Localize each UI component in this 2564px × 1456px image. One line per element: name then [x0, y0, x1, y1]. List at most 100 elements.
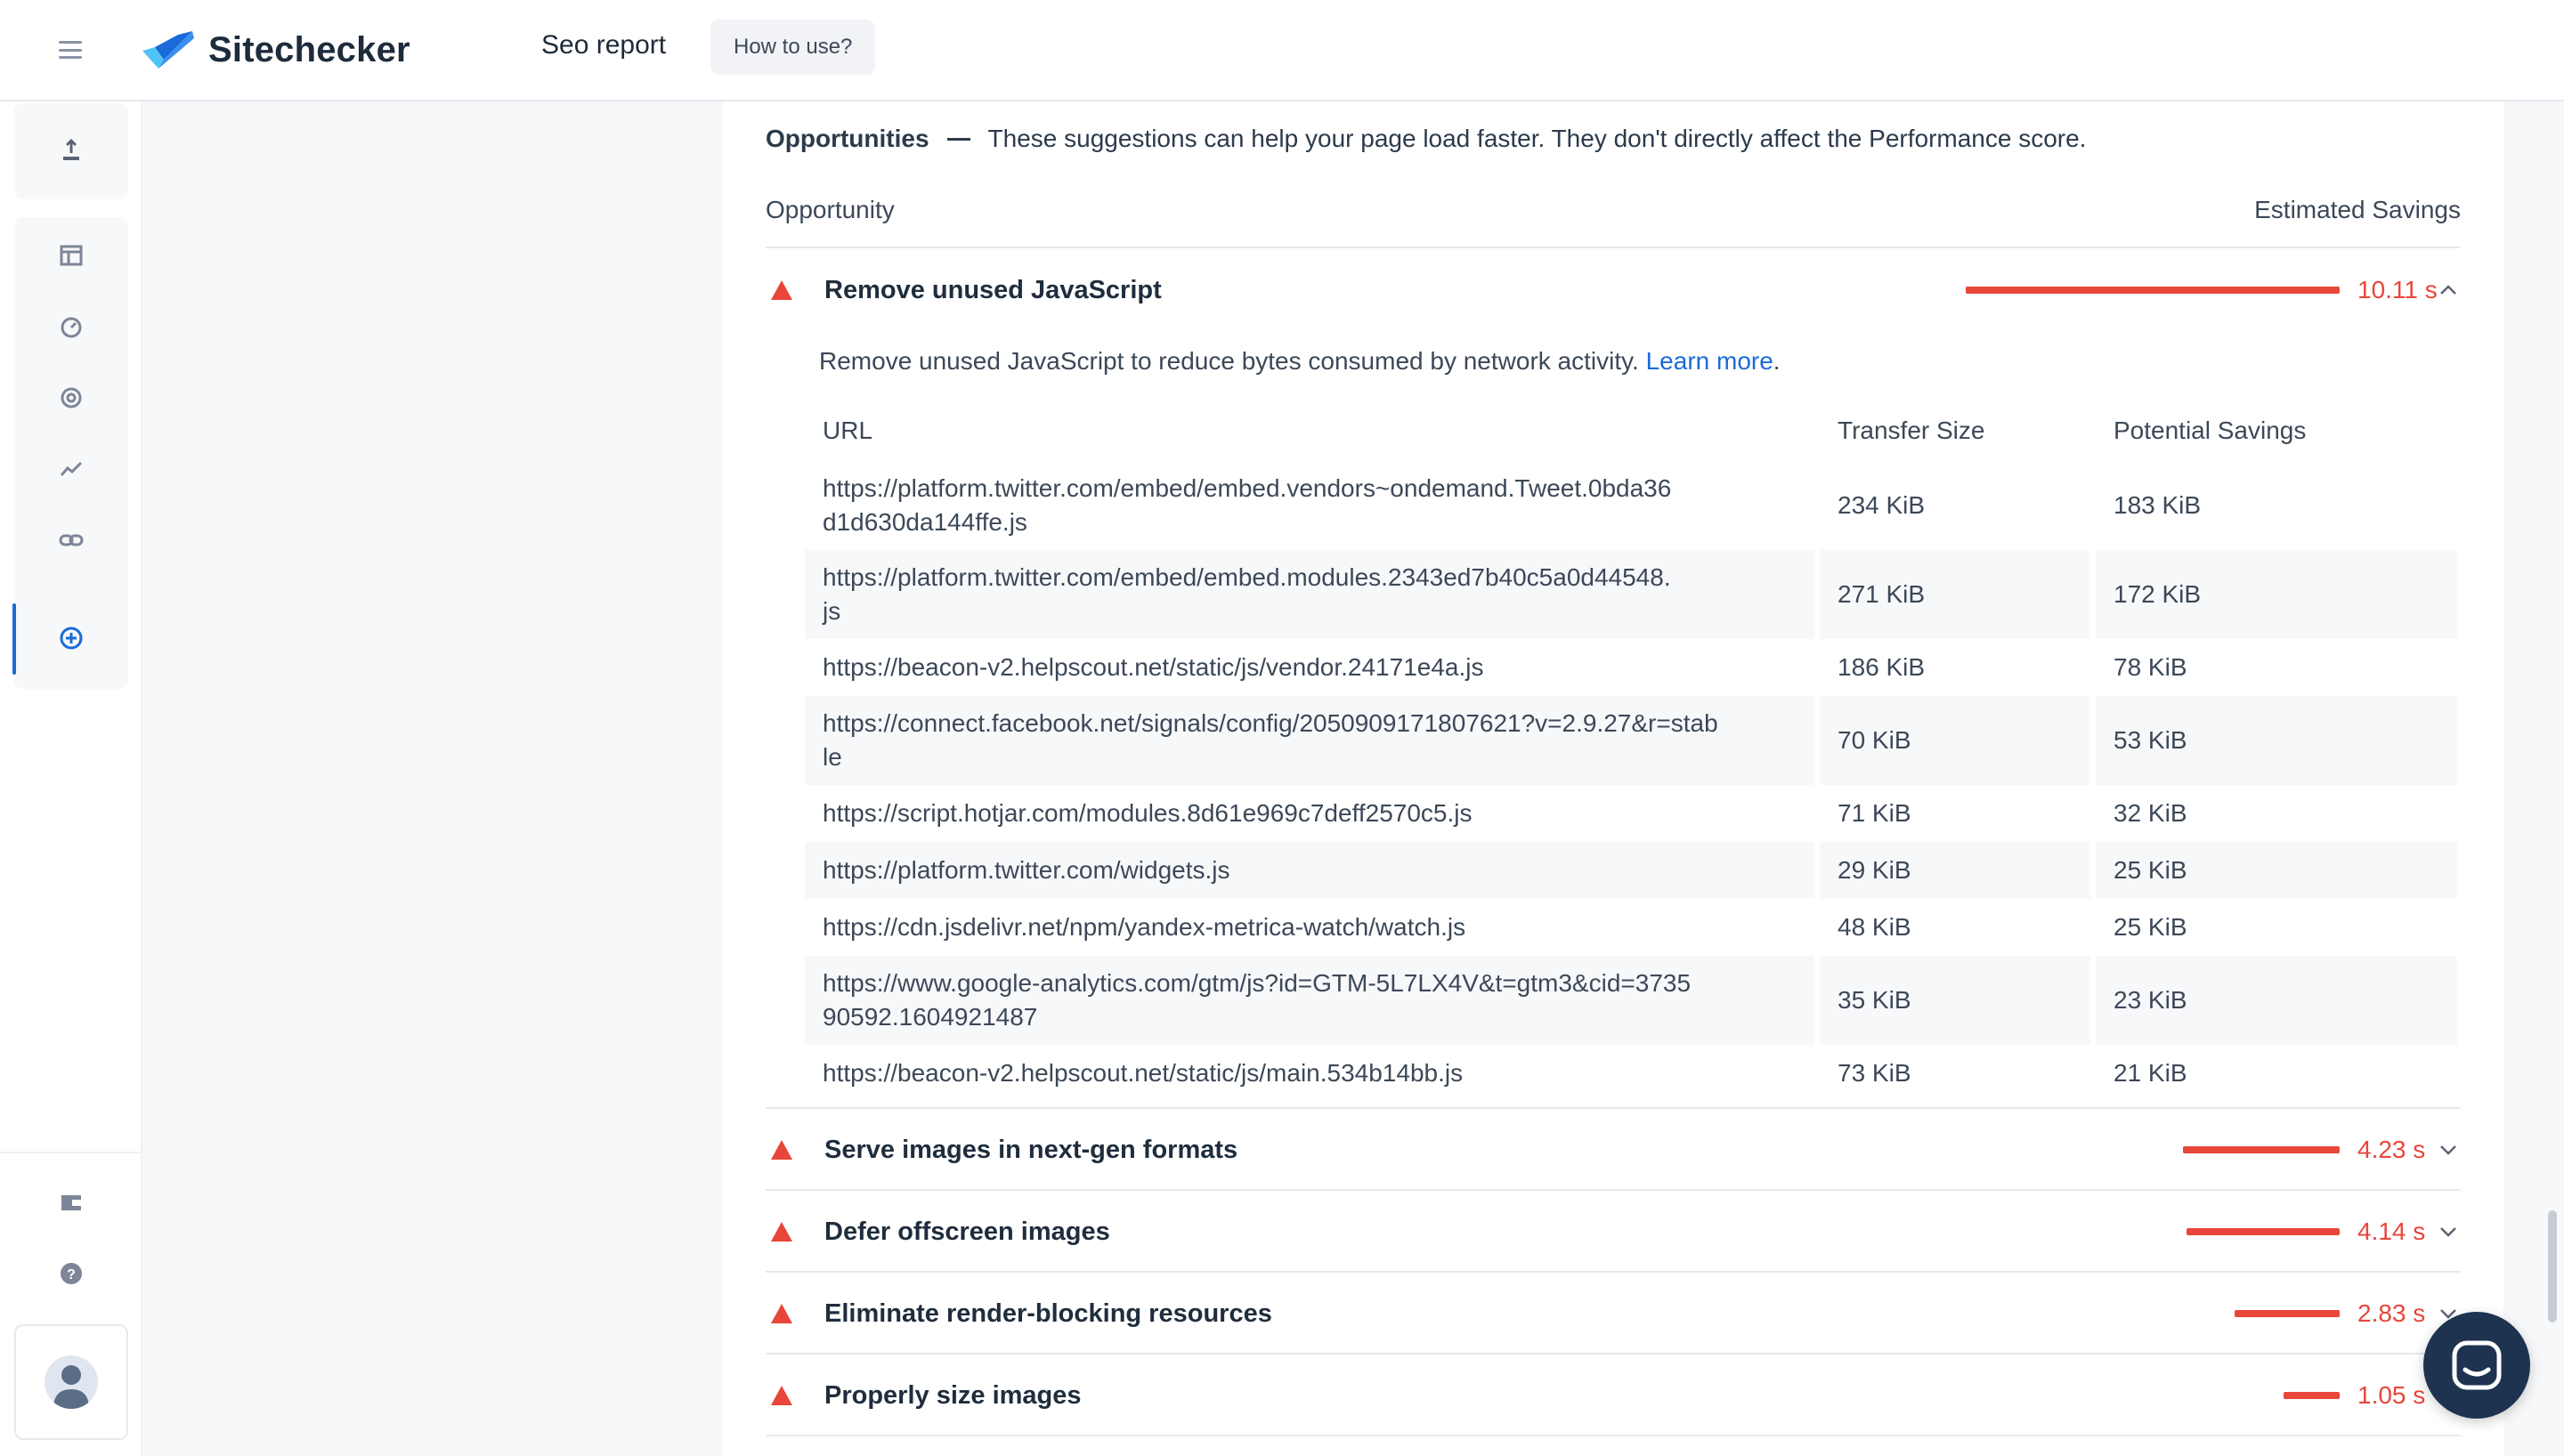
main-content: Opportunities These suggestions can help… [723, 101, 2503, 1456]
table-row: https://beacon-v2.helpscout.net/static/j… [805, 639, 2461, 696]
cell-transfer-size: 271 KiB [1820, 550, 2090, 639]
fail-triangle-icon [771, 1140, 792, 1160]
svg-text:?: ? [67, 1267, 76, 1282]
heading-dash [946, 137, 970, 141]
divider [766, 1435, 2461, 1436]
fail-triangle-icon [771, 1386, 792, 1405]
table-row: https://platform.twitter.com/embed/embed… [805, 461, 2461, 550]
chat-icon [2452, 1340, 2502, 1390]
column-opportunity: Opportunity [766, 196, 895, 223]
gray-gutter [142, 101, 723, 1456]
link-icon[interactable] [56, 525, 86, 555]
speedometer-icon[interactable] [56, 311, 86, 342]
url-line: https://beacon-v2.helpscout.net/static/j… [823, 653, 1484, 681]
cell-potential-savings: 23 KiB [2096, 956, 2457, 1045]
audit-defer-offscreen-images[interactable]: Defer offscreen images 4.14 s [766, 1191, 2461, 1273]
sidebar-divider [0, 1152, 142, 1153]
audit-title: Eliminate render-blocking resources [824, 1298, 1272, 1328]
cell-potential-savings: 53 KiB [2096, 696, 2457, 785]
cell-transfer-size: 71 KiB [1838, 799, 1911, 827]
table-row: https://cdn.jsdelivr.net/npm/yandex-metr… [805, 899, 2461, 956]
target-icon[interactable] [56, 383, 86, 413]
savings-bar [2187, 1228, 2340, 1235]
url-line: https://platform.twitter.com/embed/embed… [823, 474, 1672, 502]
savings-bar [2235, 1310, 2340, 1317]
cell-potential-savings: 25 KiB [2114, 913, 2187, 941]
cell-url: https://script.hotjar.com/modules.8d61e9… [805, 785, 1814, 842]
url-line-cont: js [823, 597, 841, 625]
opportunities-subtitle: These suggestions can help your page loa… [987, 125, 2087, 152]
url-line: https://connect.facebook.net/signals/con… [823, 709, 1718, 737]
opportunities-title: Opportunities [766, 125, 929, 152]
chevron-down-icon[interactable] [2436, 1137, 2461, 1162]
chevron-up-icon[interactable] [2436, 278, 2461, 303]
audit-render-blocking[interactable]: Eliminate render-blocking resources 2.83 … [766, 1273, 2461, 1355]
cell-url: https://beacon-v2.helpscout.net/static/j… [805, 1045, 1814, 1102]
cell-transfer-size: 35 KiB [1820, 956, 2090, 1045]
header-url: URL [823, 417, 873, 444]
how-to-use-button[interactable]: How to use? [710, 20, 876, 75]
cell-potential-savings: 25 KiB [2096, 842, 2457, 899]
table-header: URL Transfer Size Potential Savings [805, 400, 2461, 461]
divider [766, 247, 2461, 248]
url-line-cont: 90592.1604921487 [823, 1003, 1038, 1031]
url-line: https://platform.twitter.com/embed/embed… [823, 563, 1671, 591]
url-line-cont: d1d630da144ffe.js [823, 508, 1027, 536]
sidebar-top-group [14, 103, 128, 199]
cell-transfer-size: 234 KiB [1838, 491, 1926, 519]
learn-more-link[interactable]: Learn more [1646, 347, 1773, 375]
cell-transfer-size: 29 KiB [1820, 842, 2090, 899]
table-row: https://platform.twitter.com/widgets.js 2… [805, 842, 2461, 899]
table-icon[interactable] [56, 240, 86, 271]
savings-bar [2284, 1392, 2340, 1399]
description-text: Remove unused JavaScript to reduce bytes… [819, 347, 1639, 375]
cell-transfer-size: 186 KiB [1838, 653, 1926, 681]
table-row: https://beacon-v2.helpscout.net/static/j… [805, 1045, 2461, 1102]
audit-title: Serve images in next-gen formats [824, 1135, 1238, 1164]
cell-potential-savings: 78 KiB [2114, 653, 2187, 681]
table-row: https://platform.twitter.com/embed/embed… [805, 550, 2461, 639]
logo[interactable]: Sitechecker [142, 27, 410, 73]
table-row: https://connect.facebook.net/signals/con… [805, 696, 2461, 785]
url-line: https://script.hotjar.com/modules.8d61e9… [823, 799, 1473, 827]
cell-transfer-size: 70 KiB [1820, 696, 2090, 785]
cell-url: https://platform.twitter.com/embed/embed… [805, 550, 1814, 639]
savings-bar [2183, 1146, 2340, 1153]
trend-icon[interactable] [56, 454, 86, 484]
cell-url: https://platform.twitter.com/widgets.js [805, 842, 1814, 899]
user-menu[interactable] [14, 1324, 128, 1440]
savings-value: 4.23 s [2357, 1136, 2426, 1163]
fail-triangle-icon [771, 1222, 792, 1242]
top-header: Sitechecker Seo report How to use? [0, 0, 2564, 101]
menu-icon[interactable] [59, 41, 82, 59]
cell-potential-savings: 172 KiB [2096, 550, 2457, 639]
cell-potential-savings: 32 KiB [2114, 799, 2187, 827]
cell-url: https://beacon-v2.helpscout.net/static/j… [805, 639, 1814, 696]
chat-launcher[interactable] [2423, 1312, 2530, 1419]
sidebar: ? [0, 101, 142, 1456]
url-line: https://cdn.jsdelivr.net/npm/yandex-metr… [823, 913, 1466, 941]
plus-circle-icon[interactable] [56, 623, 86, 653]
audit-title: Defer offscreen images [824, 1217, 1110, 1246]
url-line: https://www.google-analytics.com/gtm/js?… [823, 969, 1692, 997]
audit-title: Remove unused JavaScript [824, 275, 1162, 304]
cell-potential-savings: 21 KiB [2114, 1059, 2187, 1087]
url-line-cont: le [823, 743, 842, 771]
chevron-down-icon[interactable] [2436, 1219, 2461, 1244]
cell-url: https://www.google-analytics.com/gtm/js?… [805, 956, 1814, 1045]
help-icon[interactable]: ? [56, 1258, 86, 1289]
wallet-icon[interactable] [56, 1187, 86, 1217]
table-row: https://www.google-analytics.com/gtm/js?… [805, 956, 2461, 1045]
url-line: https://beacon-v2.helpscout.net/static/j… [823, 1059, 1464, 1087]
scrollbar[interactable] [2548, 1210, 2557, 1323]
upload-icon[interactable] [56, 135, 86, 166]
savings-value: 1.05 s [2357, 1381, 2426, 1409]
audit-next-gen-formats[interactable]: Serve images in next-gen formats 4.23 s [766, 1109, 2461, 1191]
url-line: https://platform.twitter.com/widgets.js [823, 856, 1230, 884]
table-row: https://script.hotjar.com/modules.8d61e9… [805, 785, 2461, 842]
details-table: URL Transfer Size Potential Savings http… [805, 400, 2461, 1102]
audit-remove-unused-js[interactable]: Remove unused JavaScript 10.11 s [766, 249, 2461, 331]
savings-value: 4.14 s [2357, 1217, 2426, 1245]
logo-check-icon [142, 31, 194, 69]
audit-properly-size-images[interactable]: Properly size images 1.05 s [766, 1355, 2461, 1436]
